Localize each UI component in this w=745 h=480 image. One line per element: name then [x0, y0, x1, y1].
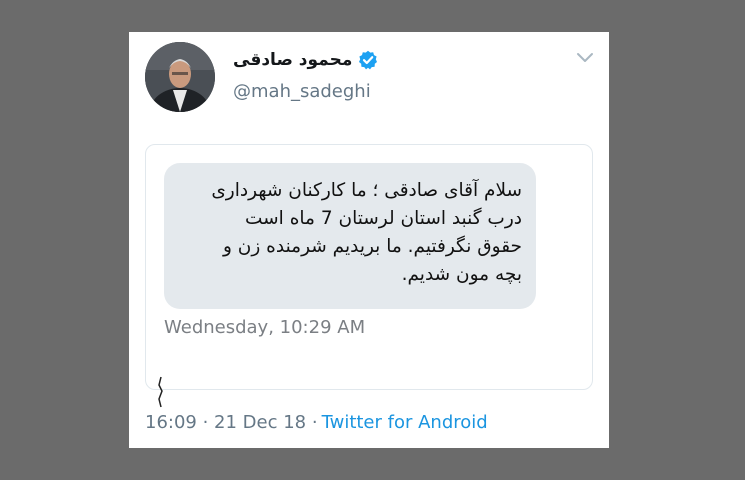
tweet-timestamp[interactable]: 16:09 · 21 Dec 18 · — [145, 412, 318, 433]
sms-timestamp: Wednesday, 10:29 AM — [164, 317, 366, 338]
username-handle[interactable]: @mah_sadeghi — [233, 81, 371, 102]
cropped-edge-fragment — [158, 376, 163, 408]
avatar[interactable] — [145, 42, 215, 112]
tweet-meta: 16:09 · 21 Dec 18 · Twitter for Android — [145, 412, 488, 433]
sms-bubble: سلام آقای صادقی ؛ ما کارکنان شهرداری درب… — [164, 163, 536, 309]
chevron-down-icon[interactable] — [576, 50, 594, 64]
author-name-row: محمود صادقی — [233, 50, 378, 70]
verified-badge-icon — [359, 50, 378, 70]
embedded-screenshot[interactable]: سلام آقای صادقی ؛ ما کارکنان شهرداری درب… — [145, 144, 593, 408]
sms-message-text: سلام آقای صادقی ؛ ما کارکنان شهرداری درب… — [211, 180, 522, 285]
display-name[interactable]: محمود صادقی — [233, 50, 352, 70]
source-link[interactable]: Twitter for Android — [322, 412, 488, 433]
tweet-card[interactable]: محمود صادقی @mah_sadeghi سلام آقای صادقی… — [129, 32, 609, 448]
